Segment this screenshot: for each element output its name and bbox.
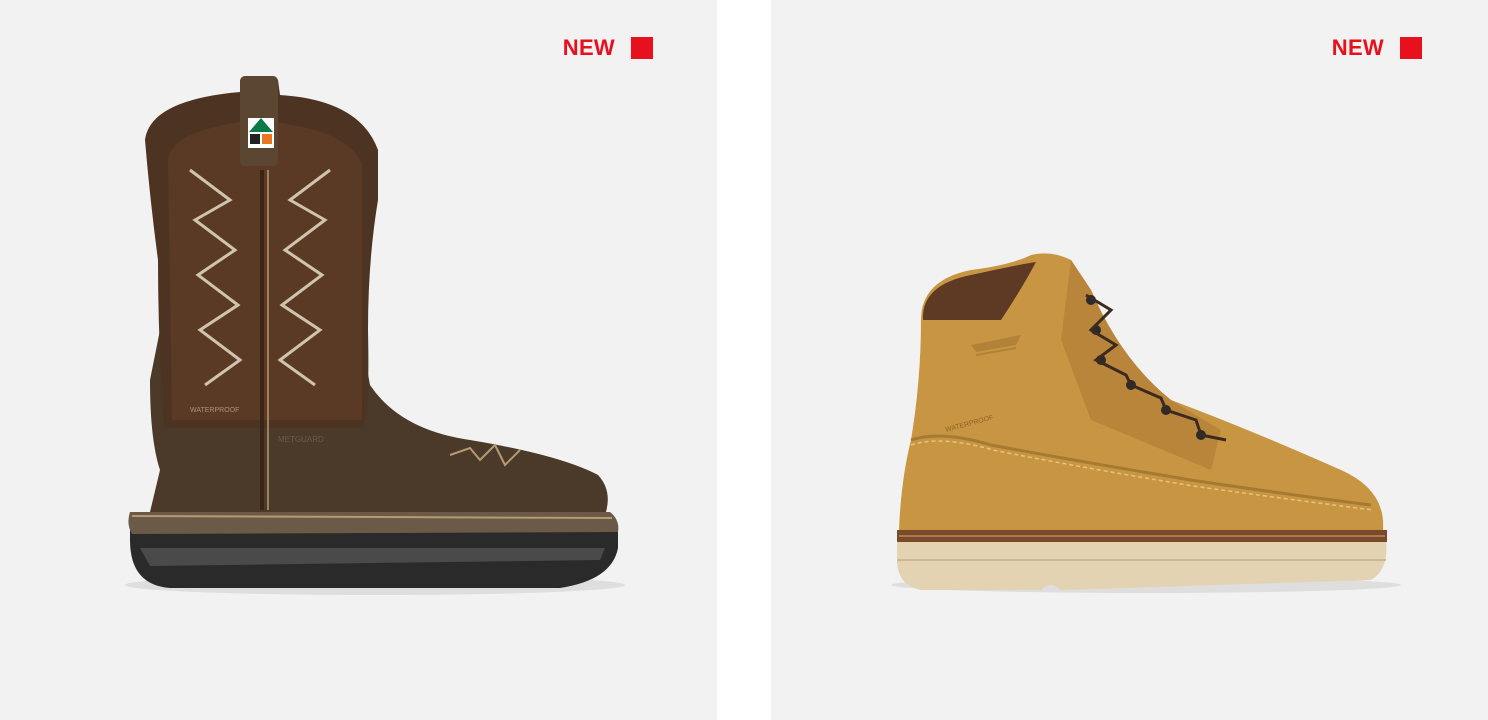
- shaft-text: METGUARD: [278, 435, 324, 444]
- certification-tag-icon: [248, 118, 274, 148]
- upper-text: WATERPROOF: [190, 407, 239, 414]
- product-card-1[interactable]: NEW WATERPROOF METGUARD: [0, 0, 717, 720]
- product-image-lace-up-boot[interactable]: WATERPROOF: [771, 0, 1488, 720]
- product-image-western-boot[interactable]: WATERPROOF METGUARD: [0, 0, 717, 720]
- product-card-2[interactable]: NEW WATERPROOF: [771, 0, 1488, 720]
